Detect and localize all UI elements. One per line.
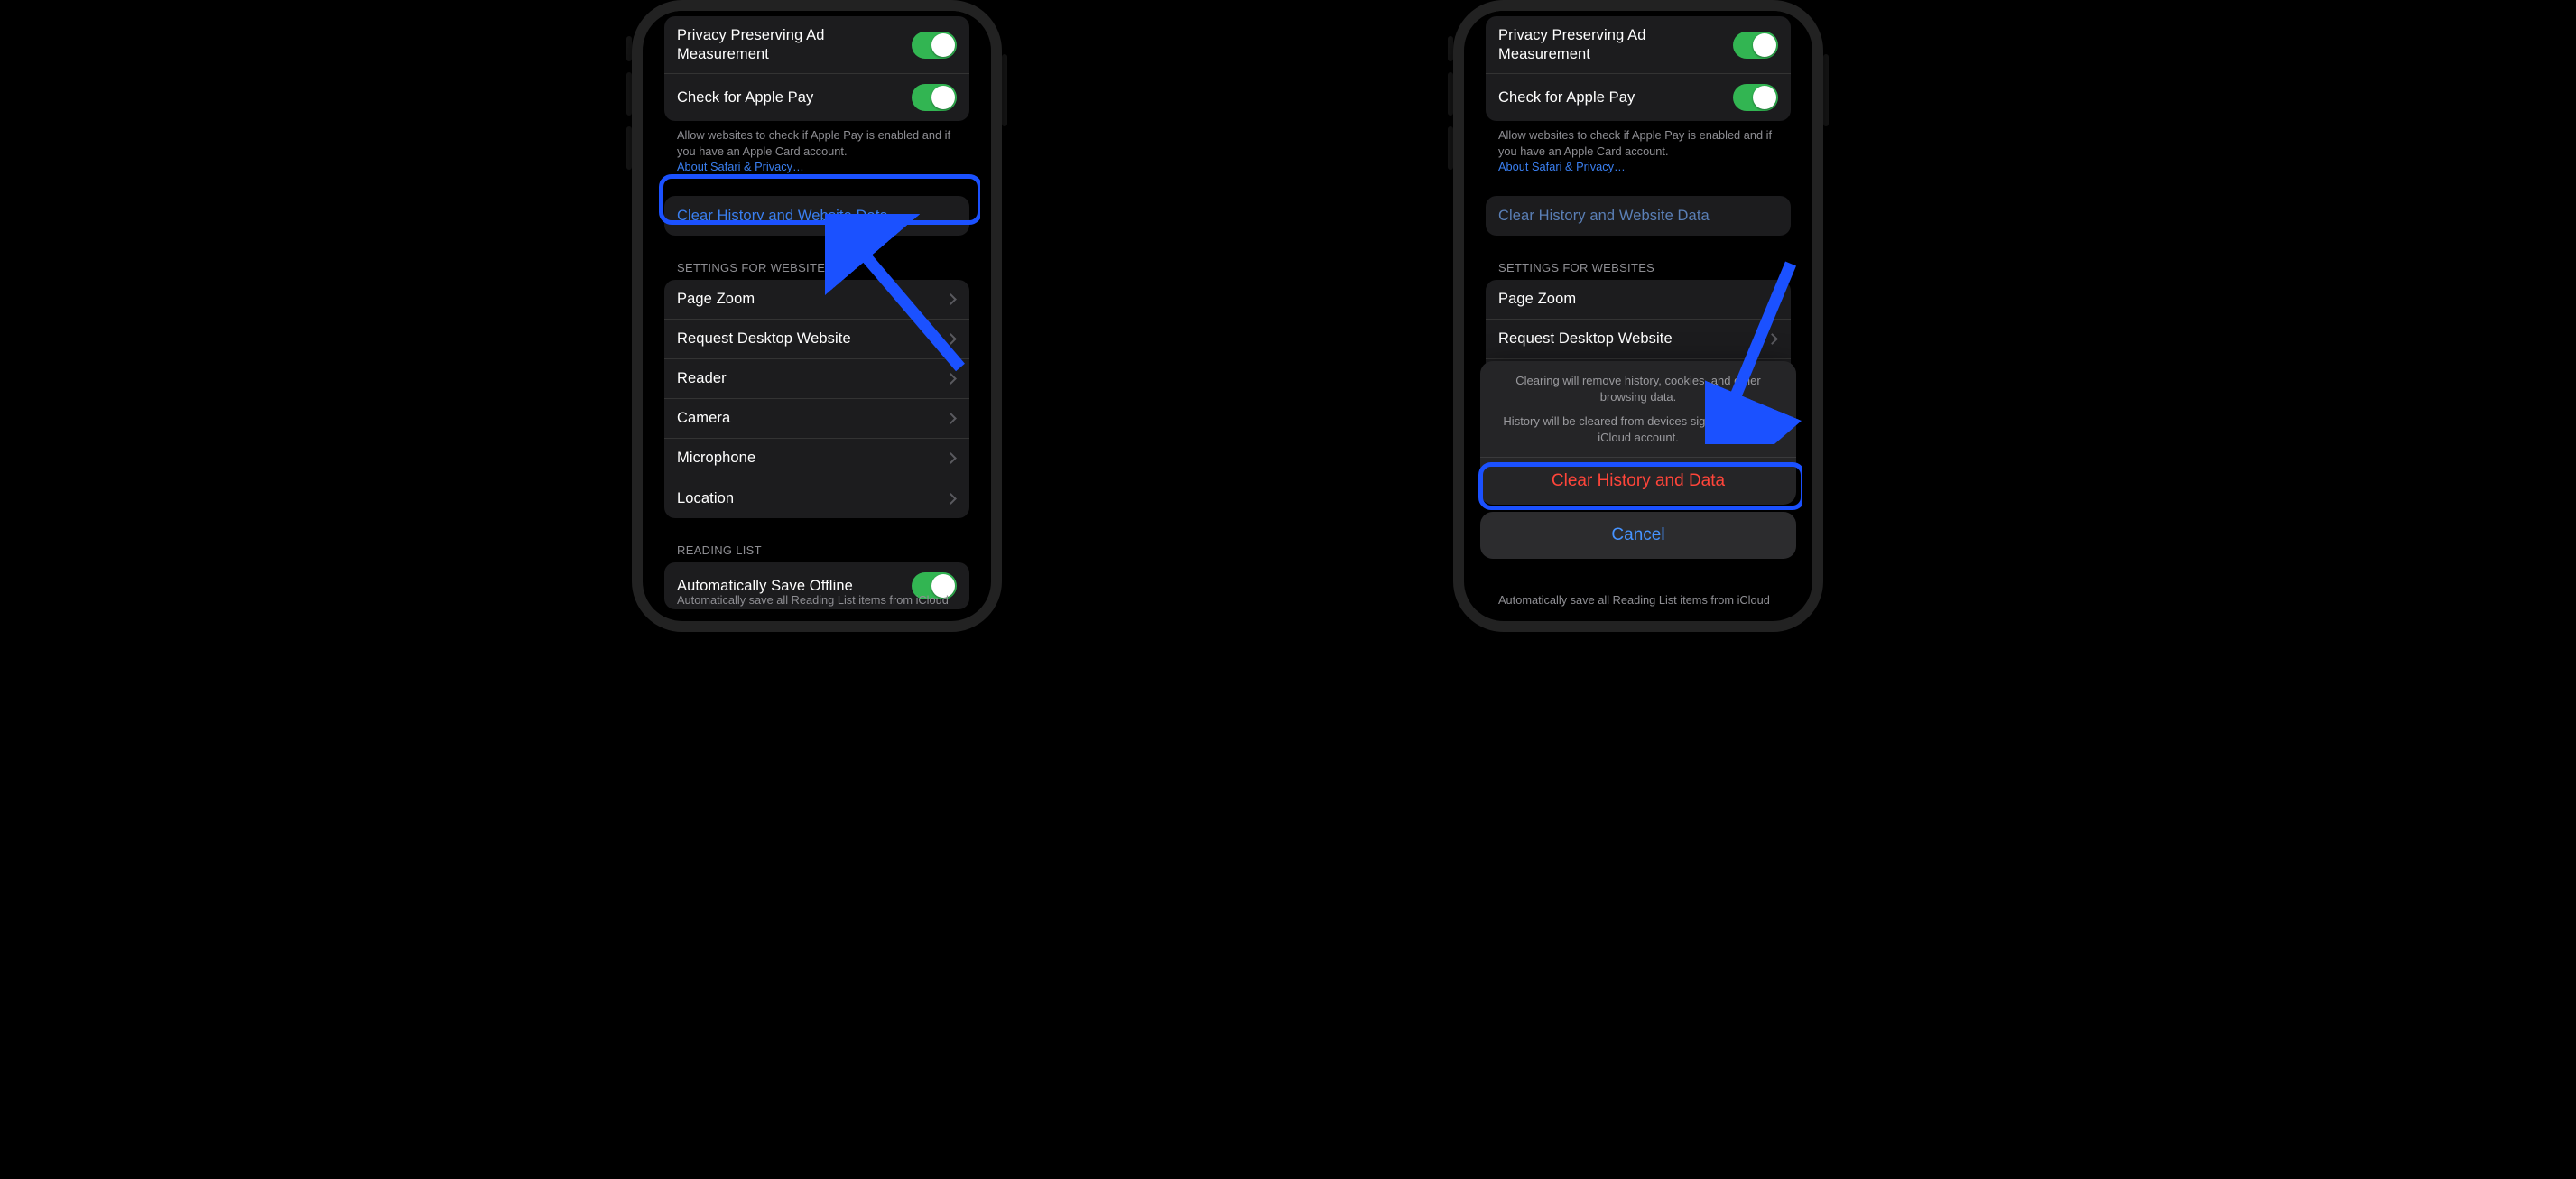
action-sheet-block: Clearing will remove history, cookies, a…	[1480, 361, 1796, 505]
row-location[interactable]: Location	[664, 478, 969, 518]
row-label: Request Desktop Website	[677, 330, 947, 348]
row-page-zoom[interactable]: Page Zoom	[664, 280, 969, 320]
chevron-right-icon	[945, 493, 957, 505]
row-privacy-ad-measurement[interactable]: Privacy Preserving Ad Measurement	[664, 16, 969, 74]
action-sheet-backdrop[interactable]: Clearing will remove history, cookies, a…	[1475, 0, 1802, 610]
row-label: Check for Apple Pay	[677, 88, 912, 107]
row-label: Privacy Preserving Ad Measurement	[677, 26, 912, 63]
side-button	[1823, 54, 1829, 126]
apple-pay-footer: Allow websites to check if Apple Pay is …	[653, 121, 980, 174]
phone-left: Privacy Preserving Ad Measurement Check …	[632, 0, 1002, 632]
settings-screen: Privacy Preserving Ad Measurement Check …	[653, 0, 980, 610]
toggle-on-icon[interactable]	[912, 84, 957, 111]
toggle-on-icon[interactable]	[912, 32, 957, 59]
chevron-right-icon	[945, 373, 957, 385]
action-sheet: Clearing will remove history, cookies, a…	[1480, 361, 1796, 559]
section-header-settings-for-websites: SETTINGS FOR WEBSITES	[653, 236, 980, 280]
chevron-right-icon	[945, 293, 957, 305]
side-button	[1002, 54, 1007, 126]
phone-frame: Privacy Preserving Ad Measurement Check …	[1453, 0, 1823, 632]
row-microphone[interactable]: Microphone	[664, 439, 969, 478]
privacy-group: Privacy Preserving Ad Measurement Check …	[664, 16, 969, 121]
row-label: Reader	[677, 369, 947, 388]
footer-text: Allow websites to check if Apple Pay is …	[677, 128, 950, 157]
chevron-right-icon	[945, 333, 957, 345]
clear-history-row[interactable]: Clear History and Website Data	[664, 196, 969, 236]
cancel-button[interactable]: Cancel	[1480, 512, 1796, 559]
row-reader[interactable]: Reader	[664, 359, 969, 399]
phone-frame: Privacy Preserving Ad Measurement Check …	[632, 0, 1002, 632]
row-request-desktop-website[interactable]: Request Desktop Website	[664, 320, 969, 359]
clear-history-group: Clear History and Website Data	[664, 196, 969, 236]
row-label: Camera	[677, 409, 947, 428]
settings-for-websites-group: Page Zoom Request Desktop Website Reader…	[664, 280, 969, 518]
row-camera[interactable]: Camera	[664, 399, 969, 439]
row-label: Location	[677, 489, 947, 508]
row-label: Page Zoom	[677, 290, 947, 309]
row-label: Microphone	[677, 449, 947, 468]
row-check-apple-pay[interactable]: Check for Apple Pay	[664, 74, 969, 121]
section-header-reading-list: READING LIST	[653, 518, 980, 562]
phone-right: Privacy Preserving Ad Measurement Check …	[1453, 0, 1823, 632]
sheet-message-2: History will be cleared from devices sig…	[1480, 404, 1796, 457]
chevron-right-icon	[945, 413, 957, 424]
settings-screen-with-sheet: Privacy Preserving Ad Measurement Check …	[1475, 0, 1802, 610]
sheet-message-1: Clearing will remove history, cookies, a…	[1480, 361, 1796, 404]
chevron-right-icon	[945, 452, 957, 464]
reading-list-footer: Automatically save all Reading List item…	[677, 593, 957, 608]
clear-history-and-data-button[interactable]: Clear History and Data	[1480, 457, 1796, 505]
about-safari-privacy-link[interactable]: About Safari & Privacy…	[677, 160, 804, 173]
clear-history-label: Clear History and Website Data	[677, 207, 957, 226]
